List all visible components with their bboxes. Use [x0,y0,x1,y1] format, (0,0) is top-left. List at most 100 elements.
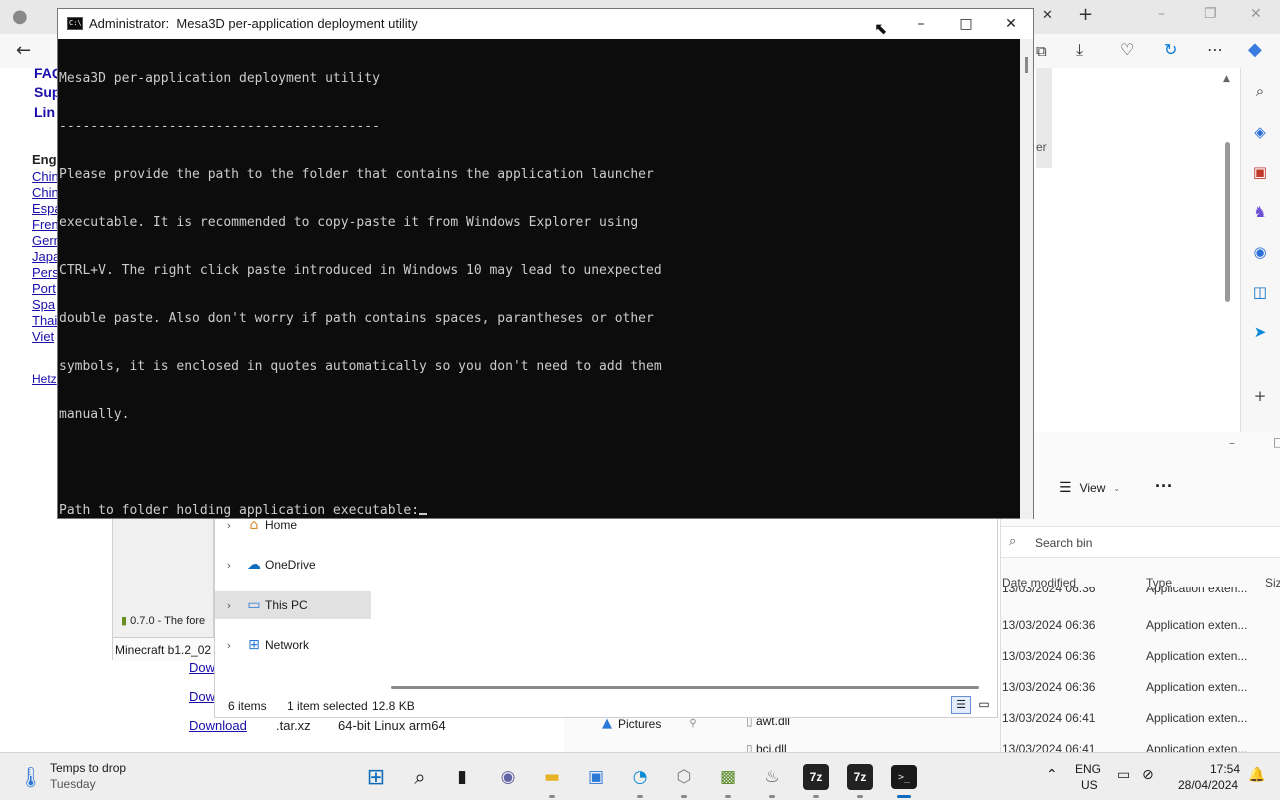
console-window[interactable]: C:\ Administrator: Mesa3D per-applicatio… [57,8,1034,519]
send-icon[interactable]: ➤ [1249,321,1271,343]
volume-muted-icon[interactable]: ⊘ [1142,767,1154,783]
search-box[interactable]: ⌕ Search bin [1001,526,1280,558]
console-line: CTRL+V. The right click paste introduced… [59,263,662,278]
java-icon[interactable]: ♨ [756,761,788,798]
language-link[interactable]: Chin [32,185,59,200]
downloads-icon[interactable]: ⤓ [1076,40,1083,60]
nav-item-network[interactable]: › ⊞ Network [215,631,371,659]
search-input: Search bin [1035,536,1093,550]
language-link[interactable]: Spa [32,297,55,312]
outlook-icon[interactable]: ◫ [1249,281,1271,303]
console-scrollbar[interactable] [1020,39,1033,519]
language-code[interactable]: ENG [1075,762,1101,776]
explorer-maximize-icon[interactable]: □ [1273,435,1280,449]
close-button[interactable]: ✕ [988,9,1034,39]
profile-icon[interactable]: ● [12,6,28,27]
teams-icon[interactable]: ◉ [492,761,524,793]
extensions-icon[interactable]: ⧉ [1036,42,1047,60]
language-link[interactable]: Viet [32,329,54,344]
shopping-icon[interactable]: ◈ [1249,121,1271,143]
7zip-icon[interactable]: 7z [803,764,829,798]
back-icon[interactable]: ← [16,40,31,61]
download-link[interactable]: Dow [189,660,215,675]
download-link[interactable]: Download [189,718,247,733]
search-icon[interactable]: ⌕ [404,761,436,793]
console-prompt[interactable]: Path to folder holding application execu… [59,503,1018,519]
language-link[interactable]: Chin [32,169,59,184]
file-row[interactable]: 13/03/2024 06:41 Application exten... [1002,703,1280,734]
notification-icon[interactable]: 🔔 [1248,767,1265,783]
console-output[interactable]: Mesa3D per-application deployment utilit… [58,39,1018,519]
console-titlebar[interactable]: C:\ Administrator: Mesa3D per-applicatio… [58,9,1033,39]
start-button[interactable]: ⊞ [360,761,392,793]
task-view-icon[interactable]: ▮ [446,761,478,793]
browser-scrollbar[interactable]: ▲ [1222,74,1234,429]
more-options-icon[interactable]: ⋯ [1207,40,1223,59]
7zip-icon[interactable]: 7z [847,764,873,798]
clock-date[interactable]: 28/04/2024 [1178,778,1238,792]
file-row[interactable]: 13/03/2024 06:36 Application exten... [1002,641,1280,672]
see-more-button[interactable]: ··· [1155,476,1173,497]
chevron-right-icon[interactable]: › [215,639,243,652]
minimize-button[interactable]: – [898,9,944,39]
download-link[interactable]: Dow [189,689,215,704]
chevron-right-icon[interactable]: › [215,519,243,532]
language-link[interactable]: Thai [32,313,57,328]
quick-access-pictures[interactable]: ▲ Pictures ⚲ [602,716,697,731]
browser-close-icon[interactable]: ✕ [1250,6,1262,22]
language-link[interactable]: Port [32,281,56,296]
view-button[interactable]: ☰ View ⌄ [1059,480,1120,496]
details-view-icon[interactable]: ☰ [951,696,971,714]
tiles-view-icon[interactable]: ▭ [975,696,993,714]
new-tab-icon[interactable]: + [1078,4,1093,25]
running-indicator [857,795,863,798]
scroll-up-icon[interactable]: ▲ [1223,74,1230,84]
add-sidebar-icon[interactable]: + [1249,385,1271,407]
launcher-entry[interactable]: ▮ 0.7.0 - The fore [121,614,205,627]
language-link[interactable]: Fren [32,217,59,232]
console-scrollbar-thumb[interactable] [1025,57,1028,73]
file-explorer-icon[interactable]: ▬ [536,761,568,798]
hosting-link[interactable]: Hetz [32,372,57,386]
nav-item-onedrive[interactable]: › ☁ OneDrive [215,551,371,579]
file-row[interactable]: 13/03/2024 06:36 Application exten... [1002,610,1280,641]
file-row[interactable]: 13/03/2024 06:36 Application exten... [1002,587,1280,603]
search-icon[interactable]: ⌕ [1249,80,1271,102]
show-hidden-icons[interactable]: ⌃ [1046,767,1058,783]
edge-icon[interactable]: ◔ [624,761,656,798]
browser-minimize-icon[interactable]: – [1158,6,1165,22]
weather-widget[interactable]: 🌡 Temps to drop Tuesday [18,759,168,795]
weather-headline: Temps to drop [50,761,127,775]
horizontal-scrollbar[interactable] [391,686,979,689]
language-link[interactable]: Japa [32,249,60,264]
navigation-pane: › ⌂ Home › ☁ OneDrive › ▭ This PC › ⊞ Ne… [215,517,371,687]
file-row[interactable]: 13/03/2024 06:41 Application exten... [1002,734,1280,752]
microsoft365-icon[interactable]: ◉ [1249,241,1271,263]
virtualbox-icon[interactable]: ⬡ [668,761,700,798]
scrollbar-thumb[interactable] [1225,142,1230,302]
explorer-minimize-icon[interactable]: – [1229,436,1235,450]
store-icon[interactable]: ▣ [580,761,612,793]
chevron-right-icon[interactable]: › [215,599,243,612]
edge-sync-icon[interactable]: ↻ [1164,40,1177,59]
tab-close-icon[interactable]: ✕ [1042,8,1053,23]
network-icon[interactable]: ▭ [1117,767,1130,783]
maximize-button[interactable]: □ [943,9,989,39]
file-row[interactable]: 13/03/2024 06:36 Application exten... [1002,672,1280,703]
games-icon[interactable]: ♞ [1249,201,1271,223]
file-type: Application exten... [1146,711,1248,725]
terminal-icon[interactable]: >_ [891,765,917,798]
launcher-status-label: Minecraft b1.2_02 ( [115,643,219,657]
tools-icon[interactable]: ▣ [1249,161,1271,183]
running-indicator [637,795,643,798]
nav-item-this-pc[interactable]: › ▭ This PC [215,591,371,619]
minecraft-icon[interactable]: ▩ [712,761,744,798]
chevron-right-icon[interactable]: › [215,559,243,572]
language-link[interactable]: Pers [32,265,59,280]
browser-essentials-icon[interactable]: ♡ [1120,40,1134,59]
copilot-icon[interactable]: ◆ [1248,39,1262,60]
clock-time[interactable]: 17:54 [1210,762,1240,776]
browser-restore-icon[interactable]: ❐ [1204,6,1217,22]
page-link-links[interactable]: Lin [34,104,55,120]
language-region[interactable]: US [1081,778,1098,792]
